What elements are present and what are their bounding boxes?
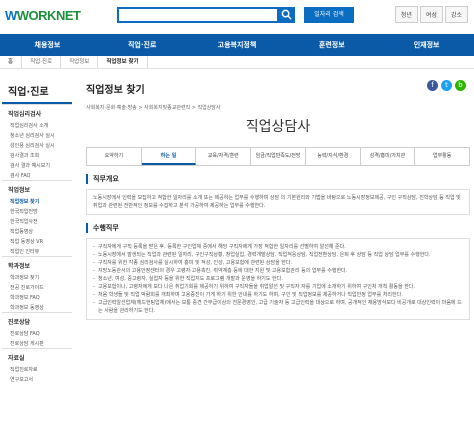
sidebar-item[interactable]: 진로상담 FAQ xyxy=(2,328,72,338)
global-nav: 채용정보 직업·진로 고용복지정책 훈련정보 인재정보 xyxy=(0,34,474,56)
sidebar-item[interactable]: 성인용 심리검사 실시 xyxy=(2,140,72,150)
sidebar-item[interactable]: 학과정보 동영상 xyxy=(2,302,72,312)
duty-item: 노동시장에서 발생되는 직업과 관련된 일자리, 구인구직상황, 창업실업, 경… xyxy=(93,251,463,259)
sidebar-item[interactable]: 한국직업전망 xyxy=(2,206,72,216)
search-icon xyxy=(281,9,292,20)
overview-text: 노동시장에서 인력을 모집하고 적합한 일자리를 소개 또는 제공하는 업무를 … xyxy=(93,195,461,209)
sidebar-item[interactable]: 직업진로자료 xyxy=(2,364,72,374)
sidebar-item[interactable]: 검사 결과 예시보기 xyxy=(2,160,72,170)
sidebar-item[interactable]: 학과정보 FAQ xyxy=(2,292,72,302)
nav-talent[interactable]: 인재정보 xyxy=(379,34,474,56)
category-path: 사회복지·문화·예술·방송 > 사회복지및종교관련직 > 직업상담사 xyxy=(86,105,221,111)
site-logo[interactable]: WWORKNET xyxy=(5,8,81,23)
main-content: 직업정보 찾기 f t b 사회복지·문화·예술·방송 > 사회복지및종교관련직… xyxy=(86,78,470,423)
breadcrumb-career[interactable]: 직업·진로 xyxy=(22,55,62,69)
duties-heading: 수행직무 xyxy=(86,223,470,233)
nav-training[interactable]: 훈련정보 xyxy=(284,34,379,56)
tab-summary[interactable]: 요약하기 xyxy=(87,148,142,165)
nav-jobs[interactable]: 채용정보 xyxy=(0,34,95,56)
sidebar-section-counsel[interactable]: 진로상담 xyxy=(2,312,72,328)
overview-box: 노동시장에서 인력을 모집하고 적합한 일자리를 소개 또는 제공하는 업무를 … xyxy=(86,189,470,215)
sidebar-section-job-info[interactable]: 직업정보 xyxy=(2,180,72,196)
sidebar-section-psych[interactable]: 직업심리검사 xyxy=(2,104,72,120)
user-tab-women[interactable]: 여성 xyxy=(419,6,443,23)
sidebar-item[interactable]: 검사 FAQ xyxy=(2,170,72,180)
sidebar-item[interactable]: 직업심리검사 소개 xyxy=(2,120,72,130)
overview-heading: 직무개요 xyxy=(86,174,470,184)
sidebar-item[interactable]: 연구보고서 xyxy=(2,374,72,384)
job-title: 직업상담사 xyxy=(245,119,311,135)
breadcrumb-job-info[interactable]: 직업정보 xyxy=(61,55,99,69)
duty-item: 처음 학생들 및 직업 박람회를 개최하며 고용증진이 가게 하기 위한 안내를… xyxy=(93,291,463,299)
page-title: 직업정보 찾기 xyxy=(86,85,145,96)
sidebar-item[interactable]: 학과정보 찾기 xyxy=(2,272,72,282)
duty-item: 구직자를 위한 각종 심리검사를 실시하여 흥미 및 적성, 인성, 고용보험에… xyxy=(93,259,463,267)
user-tab-sme[interactable]: 강소 xyxy=(444,6,468,23)
breadcrumb: 홈 직업·진로 직업정보 직업정보 찾기 xyxy=(0,55,474,69)
tab-activity[interactable]: 업무활동 xyxy=(415,148,469,165)
sidebar-item[interactable]: 검사결과 조회 xyxy=(2,150,72,160)
breadcrumb-home[interactable]: 홈 xyxy=(0,55,23,69)
search-input[interactable] xyxy=(117,7,295,23)
breadcrumb-current[interactable]: 직업정보 찾기 xyxy=(98,55,148,69)
sidebar-item[interactable]: 전공 진로가이드 xyxy=(2,282,72,292)
facebook-icon[interactable]: f xyxy=(427,80,438,91)
duty-item: 고급인력알선업체(헤드헌팅업체)에서는 보통 중견 간부급이상의 전문경영인, … xyxy=(93,299,463,315)
user-tabs: 청년 여성 강소 xyxy=(394,6,468,23)
duties-box: 구직자에게 구직 등록을 받은 후, 등록한 구인업체 중에서 해당 구직자에게… xyxy=(86,238,470,320)
sidebar-item[interactable]: 한국직업사전 xyxy=(2,216,72,226)
nav-welfare[interactable]: 고용복지정책 xyxy=(190,34,285,56)
sidebar: 직업·진로 직업심리검사 직업심리검사 소개 청소년 심리검사 실시 성인용 심… xyxy=(2,78,72,423)
logo-prefix: W xyxy=(5,8,17,23)
logo-text: WORKNET xyxy=(16,8,81,23)
duty-item: 청소년, 여성, 중고령자, 실업자 등을 위한 직업지도 프로그램 개발과 운… xyxy=(93,275,463,283)
share-buttons: f t b xyxy=(427,80,466,91)
info-tabs: 요약하기 하는 일 교육/자격/훈련 임금/직업만족도/전망 능력/지식/환경 … xyxy=(86,147,470,166)
sidebar-item-active[interactable]: 직업정보 찾기 xyxy=(2,196,72,206)
sidebar-item[interactable]: 직업인 인터뷰 xyxy=(2,246,72,256)
sidebar-item[interactable]: 진로상담 게시판 xyxy=(2,338,72,348)
sidebar-item[interactable]: 청소년 심리검사 실시 xyxy=(2,130,72,140)
top-header: WWORKNET 일자리 검색 청년 여성 강소 xyxy=(0,0,474,34)
tab-personality[interactable]: 성격/흥미/가치관 xyxy=(361,148,416,165)
sidebar-item[interactable]: 직업 동영상 VR xyxy=(2,236,72,246)
sidebar-section-library[interactable]: 자료실 xyxy=(2,348,72,364)
tab-education[interactable]: 교육/자격/훈련 xyxy=(196,148,252,165)
twitter-icon[interactable]: t xyxy=(441,80,452,91)
duty-item: 구직자에게 구직 등록을 받은 후, 등록한 구인업체 중에서 해당 구직자에게… xyxy=(93,243,463,251)
tab-wage[interactable]: 임금/직업만족도/전망 xyxy=(251,148,306,165)
duty-item: 고용보험이나, 고령자에게 보다 나은 취업기회를 제공하기 위하여 구직자들을… xyxy=(93,283,463,291)
sidebar-section-major[interactable]: 학과정보 xyxy=(2,256,72,272)
sidebar-title: 직업·진로 xyxy=(2,78,72,104)
sidebar-item[interactable]: 직업동영상 xyxy=(2,226,72,236)
tab-duties[interactable]: 하는 일 xyxy=(141,148,197,165)
search-button[interactable] xyxy=(277,7,295,23)
nav-career[interactable]: 직업·진로 xyxy=(95,34,190,56)
tab-ability[interactable]: 능력/지식/환경 xyxy=(306,148,361,165)
job-search-button[interactable]: 일자리 검색 xyxy=(304,7,354,23)
user-tab-youth[interactable]: 청년 xyxy=(394,6,418,23)
share-icon[interactable]: b xyxy=(455,80,466,91)
duty-item: 지방노동관서의 고용안정센터의 경우 고령자·고용촉진, 취약계층 등에 대한 … xyxy=(93,267,463,275)
